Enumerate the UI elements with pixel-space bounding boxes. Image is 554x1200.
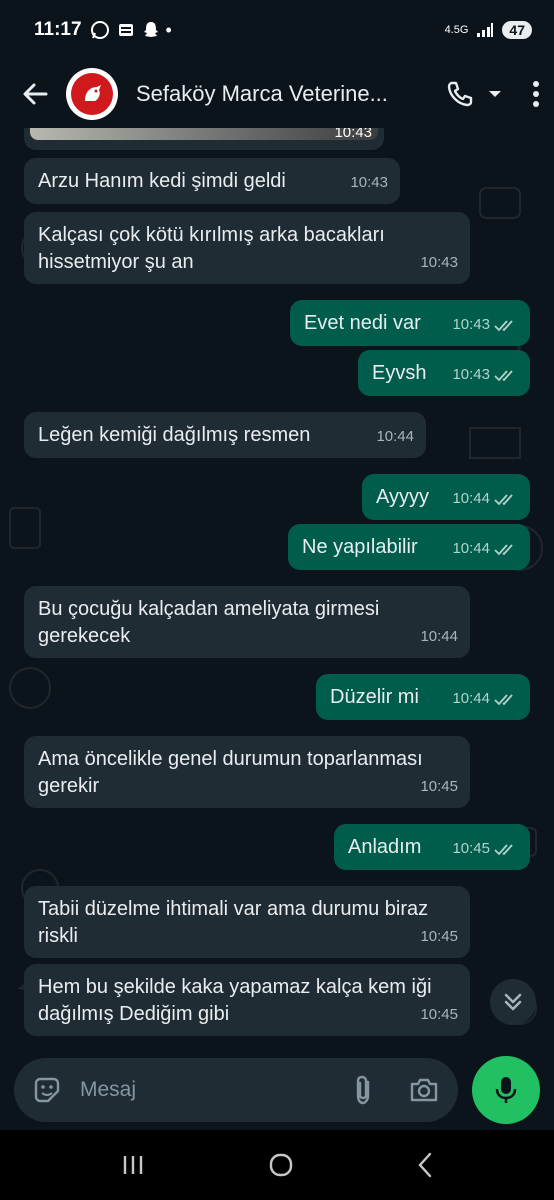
message-time: 10:43: [452, 316, 490, 333]
voice-message-button[interactable]: [472, 1056, 540, 1124]
stack-notification-icon: [118, 24, 133, 36]
message-incoming[interactable]: Leğen kemiği dağılmış resmen 10:44: [24, 412, 426, 458]
back-icon[interactable]: [417, 1152, 433, 1178]
message-meta: 10:44: [452, 685, 518, 712]
message-text: Hem bu şekilde kaka yapamaz kalça kem iğ…: [38, 976, 432, 1025]
image-preview: [30, 128, 378, 140]
message-meta: 10:43: [452, 311, 518, 338]
message-meta: 10:44: [452, 535, 518, 562]
message-image[interactable]: 10:43: [24, 128, 384, 150]
snapchat-notification-icon: [143, 22, 158, 37]
message-text: Tabii düzelme ihtimali var ama durumu bi…: [38, 898, 429, 947]
message-text: Evet nedi var: [304, 312, 421, 334]
message-outgoing[interactable]: Eyvsh 10:43: [358, 350, 530, 396]
contact-name[interactable]: Sefaköy Marca Veterine...: [136, 81, 412, 107]
read-ticks-icon: [494, 493, 513, 505]
message-input[interactable]: [78, 1077, 352, 1103]
message-time: 10:44: [420, 628, 458, 645]
message-text: Bu çocuğu kalçadan ameliyata girmesi ger…: [38, 598, 380, 647]
message-time: 10:45: [420, 928, 458, 945]
message-meta: 10:43: [452, 361, 518, 388]
battery-level: 47: [502, 21, 532, 39]
message-incoming[interactable]: Hem bu şekilde kaka yapamaz kalça kem iğ…: [24, 964, 470, 1036]
message-time: 10:45: [420, 1006, 458, 1023]
message-text: Eyvsh: [372, 362, 427, 384]
message-time: 10:44: [452, 490, 490, 507]
message-text: Ayyyy: [376, 486, 429, 508]
message-time: 10:45: [420, 778, 458, 795]
message-outgoing[interactable]: Ayyyy 10:44: [362, 474, 530, 520]
message-incoming[interactable]: Arzu Hanım kedi şimdi geldi 10:43: [24, 158, 400, 204]
avatar[interactable]: [66, 68, 118, 120]
status-time: 11:17: [34, 19, 82, 40]
chat-messages[interactable]: 10:43 Arzu Hanım kedi şimdi geldi 10:43 …: [0, 128, 554, 1048]
attach-icon[interactable]: [352, 1074, 374, 1106]
message-text: Ne yapılabilir: [302, 536, 418, 558]
recents-icon[interactable]: [121, 1154, 145, 1176]
back-arrow-icon[interactable]: [20, 79, 50, 109]
chevron-double-down-icon: [504, 993, 522, 1011]
message-time: 10:43: [420, 254, 458, 271]
status-bar: 11:17 • 4.5G 47: [0, 0, 554, 60]
message-text: Kalçası çok kötü kırılmış arka bacakları…: [38, 224, 385, 273]
message-composer: [14, 1058, 458, 1122]
message-outgoing[interactable]: Ne yapılabilir 10:44: [288, 524, 530, 570]
read-ticks-icon: [494, 319, 513, 331]
message-text: Leğen kemiği dağılmış resmen: [38, 424, 311, 446]
message-incoming[interactable]: Bu çocuğu kalçadan ameliyata girmesi ger…: [24, 586, 470, 658]
read-ticks-icon: [494, 543, 513, 555]
message-time: 10:44: [376, 428, 414, 445]
dropdown-caret-icon[interactable]: [488, 89, 502, 99]
message-time: 10:44: [452, 690, 490, 707]
system-navigation-bar: [0, 1130, 554, 1200]
message-text: Anladım: [348, 836, 422, 858]
more-vert-icon[interactable]: [532, 80, 540, 108]
phone-icon[interactable]: [446, 80, 474, 108]
message-time: 10:43: [452, 366, 490, 383]
read-ticks-icon: [494, 843, 513, 855]
message-meta: 10:45: [452, 835, 518, 862]
home-icon[interactable]: [268, 1152, 294, 1178]
message-incoming[interactable]: Tabii düzelme ihtimali var ama durumu bi…: [24, 886, 470, 958]
message-meta: 10:44: [452, 485, 518, 512]
sticker-icon[interactable]: [32, 1075, 62, 1105]
chat-header: Sefaköy Marca Veterine...: [0, 60, 554, 128]
status-right: 4.5G 47: [445, 21, 532, 39]
message-time: 10:45: [452, 840, 490, 857]
whatsapp-notification-icon: [90, 21, 109, 39]
message-time: 10:43: [334, 128, 372, 141]
scroll-to-bottom-button[interactable]: [490, 979, 536, 1025]
clinic-logo: [71, 73, 113, 115]
message-text: Ama öncelikle genel durumun toparlanması…: [38, 748, 423, 797]
notification-icons: •: [90, 20, 172, 41]
message-outgoing[interactable]: Düzelir mi 10:44: [316, 674, 530, 720]
message-text: Düzelir mi: [330, 686, 419, 708]
read-ticks-icon: [494, 369, 513, 381]
read-ticks-icon: [494, 693, 513, 705]
message-outgoing[interactable]: Evet nedi var 10:43: [290, 300, 530, 346]
header-actions: [446, 80, 540, 108]
signal-icon: [477, 23, 494, 37]
message-incoming[interactable]: Kalçası çok kötü kırılmış arka bacakları…: [24, 212, 470, 284]
network-type: 4.5G: [444, 24, 469, 36]
message-time: 10:44: [452, 540, 490, 557]
message-text: Arzu Hanım kedi şimdi geldi: [38, 170, 286, 192]
more-notifications-dot: •: [165, 19, 172, 40]
mic-icon: [495, 1077, 517, 1103]
camera-icon[interactable]: [408, 1076, 440, 1104]
message-time: 10:43: [350, 174, 388, 191]
message-outgoing[interactable]: Anladım 10:45: [334, 824, 530, 870]
message-incoming[interactable]: Ama öncelikle genel durumun toparlanması…: [24, 736, 470, 808]
